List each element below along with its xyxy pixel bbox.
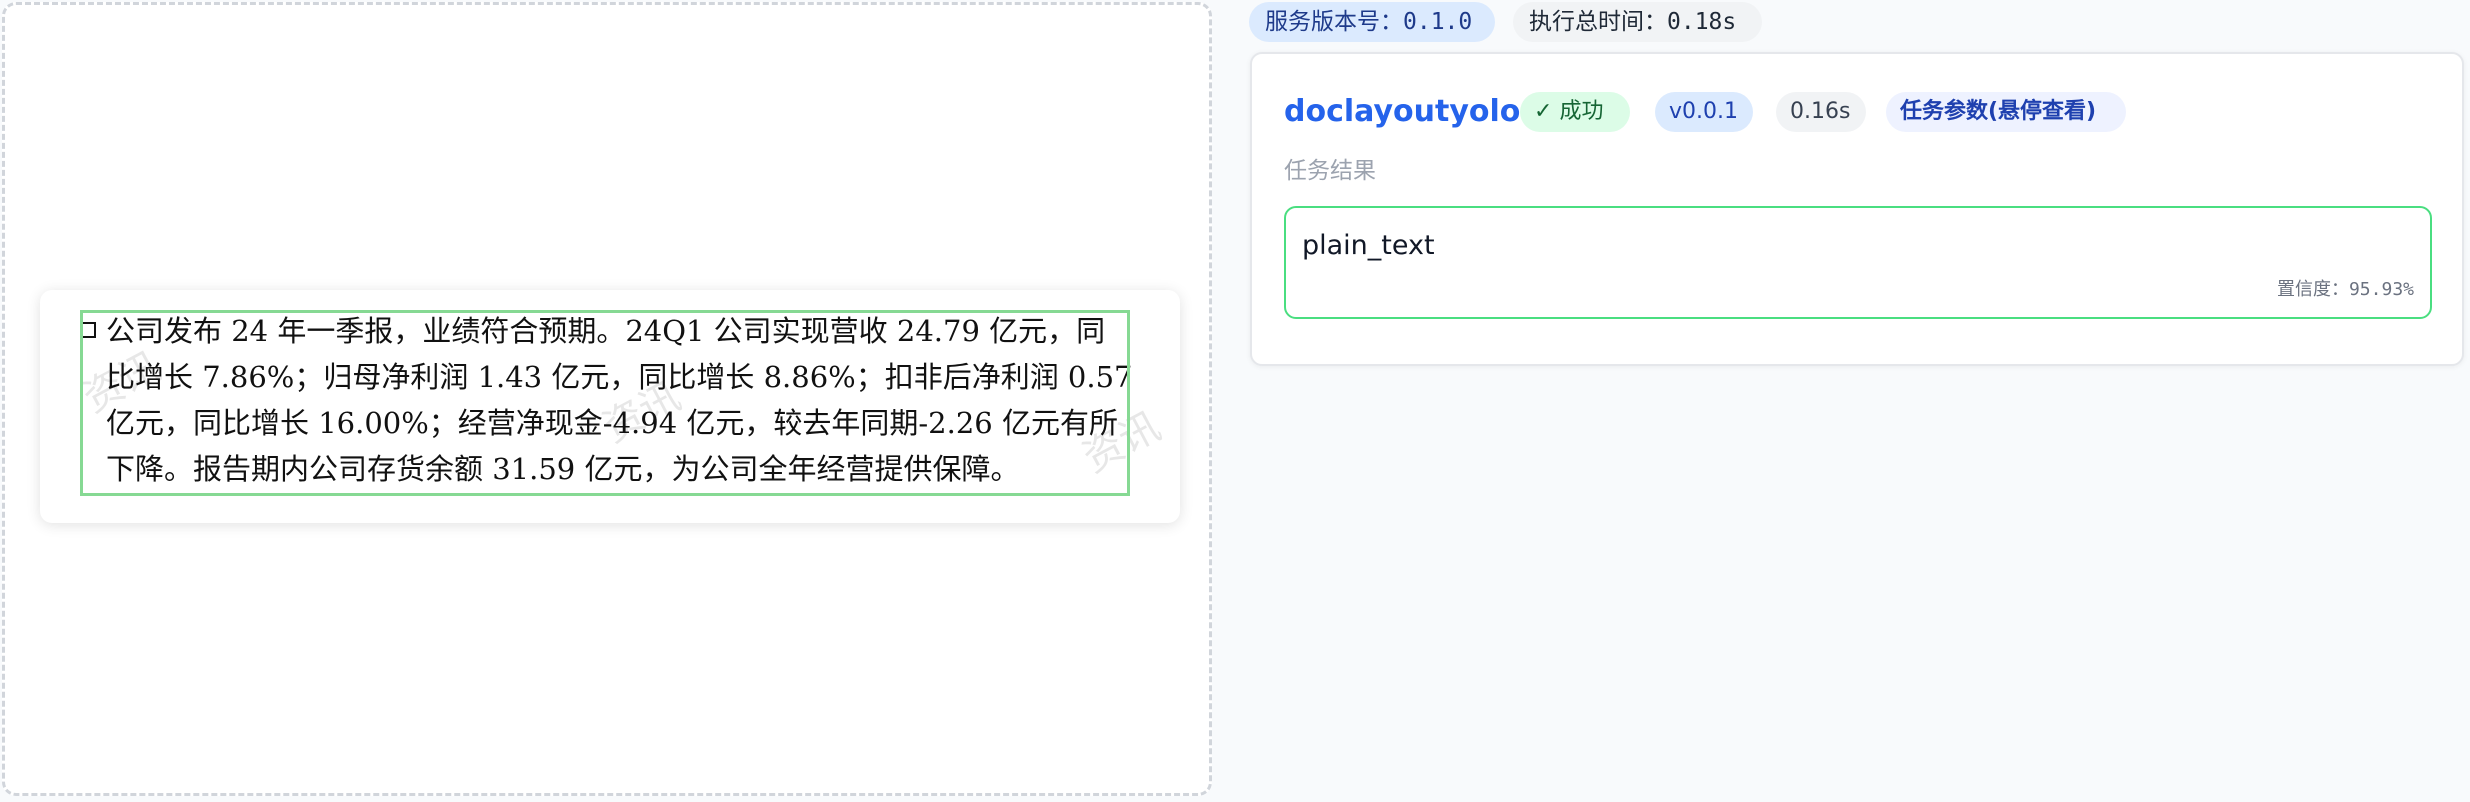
status-text: 成功 [1559, 99, 1604, 124]
result-class-label: plain_text [1302, 230, 1435, 261]
total-time-label: 执行总时间： [1529, 9, 1667, 35]
task-params-button[interactable]: 任务参数(悬停查看) [1886, 92, 2126, 132]
detected-layout-box[interactable] [80, 310, 1130, 496]
result-item[interactable]: plain_text 置信度：95.93% [1284, 206, 2432, 319]
task-duration-badge: 0.16s [1776, 92, 1866, 132]
task-name: doclayoutyolo [1284, 94, 1521, 129]
status-badge: ✓ 成功 [1520, 92, 1630, 132]
service-version-badge: 服务版本号：0.1.0 [1249, 2, 1495, 42]
image-preview-panel: 资讯 资讯 资讯 公司发布 24 年一季报，业绩符合预期。24Q1 公司实现营收… [2, 2, 1212, 796]
total-time-value: 0.18s [1667, 9, 1737, 35]
task-version-badge: v0.0.1 [1655, 92, 1753, 132]
total-time-badge: 执行总时间：0.18s [1513, 2, 1762, 42]
document-image: 资讯 资讯 资讯 公司发布 24 年一季报，业绩符合预期。24Q1 公司实现营收… [40, 290, 1180, 523]
result-section-label: 任务结果 [1284, 158, 1376, 184]
confidence-score: 置信度：95.93% [2276, 279, 2414, 300]
check-icon: ✓ [1534, 99, 1553, 124]
service-version-value: 0.1.0 [1403, 9, 1473, 35]
task-result-card: doclayoutyolo ✓ 成功 v0.0.1 0.16s 任务参数(悬停查… [1250, 52, 2464, 366]
service-version-label: 服务版本号： [1265, 9, 1403, 35]
